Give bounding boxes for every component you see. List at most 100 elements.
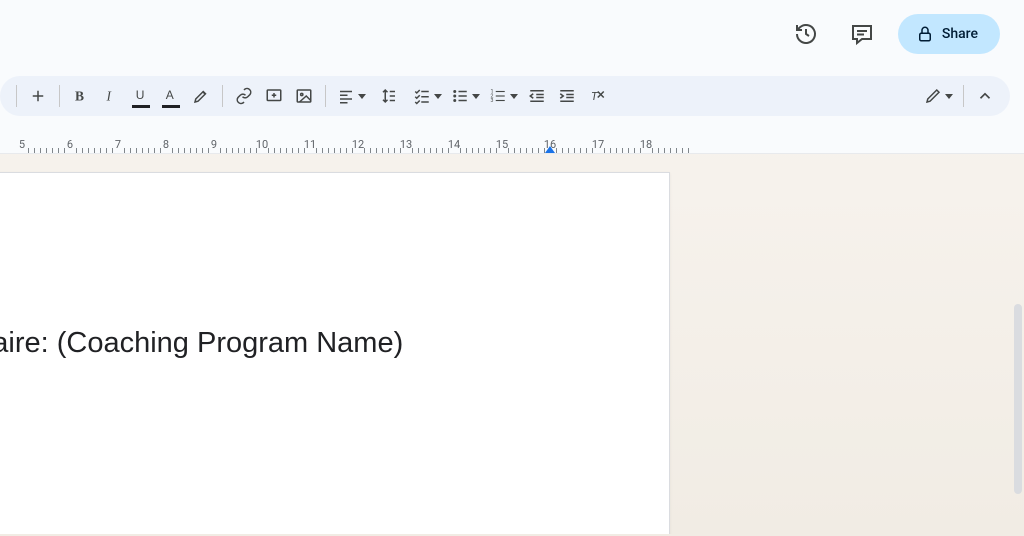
highlight-button[interactable] <box>187 82 215 110</box>
ruler-tick <box>460 148 461 153</box>
ruler-tick <box>154 148 155 153</box>
ruler-tick <box>52 148 53 153</box>
ruler-tick <box>430 148 431 153</box>
ruler-number: 11 <box>304 138 316 151</box>
ruler-tick <box>604 148 605 153</box>
toolbar-divider <box>963 85 964 107</box>
format-toolbar: B I U A <box>0 76 1010 116</box>
bold-button[interactable]: B <box>67 82 95 110</box>
toolbar-divider <box>325 85 326 107</box>
insert-image-button[interactable] <box>290 82 318 110</box>
share-button[interactable]: Share <box>898 14 1000 54</box>
ruler-tick <box>148 148 149 153</box>
ruler-tick <box>664 148 665 153</box>
ruler-tick <box>208 148 209 153</box>
toolbar-container: B I U A <box>0 68 1024 128</box>
ruler-tick <box>340 148 341 153</box>
ruler-tick <box>196 148 197 153</box>
ruler-tick <box>64 148 65 153</box>
ruler-tick <box>364 148 365 153</box>
lock-icon <box>916 25 934 43</box>
ruler-tick <box>424 148 425 153</box>
ruler-tick <box>226 148 227 153</box>
ruler-tick <box>472 148 473 153</box>
underline-button[interactable]: U <box>127 82 155 110</box>
collapse-toolbar-button[interactable] <box>971 82 999 110</box>
ruler-number: 6 <box>67 138 73 151</box>
title-bar-area: Share <box>0 0 1024 68</box>
chevron-down-icon <box>434 94 442 99</box>
ruler-tick <box>670 148 671 153</box>
numbered-list-button[interactable]: 1 2 3 <box>485 82 521 110</box>
horizontal-ruler[interactable]: 56789101112131415161718 <box>0 128 1024 154</box>
clear-formatting-button[interactable]: T <box>583 82 611 110</box>
ruler-tick <box>298 148 299 153</box>
ruler-tick <box>514 148 515 153</box>
ruler-tick <box>628 148 629 153</box>
ruler-tick <box>178 148 179 153</box>
bulleted-list-button[interactable] <box>447 82 483 110</box>
ruler-tick <box>436 148 437 153</box>
ruler-tick <box>484 148 485 153</box>
ruler-tick <box>130 148 131 153</box>
text-color-button[interactable]: A <box>157 82 185 110</box>
ruler-tick <box>418 148 419 153</box>
ruler-tick <box>232 148 233 153</box>
italic-button[interactable]: I <box>97 82 125 110</box>
ruler-tick <box>220 148 221 153</box>
ruler-tick <box>466 148 467 153</box>
insert-plus-button[interactable] <box>24 82 52 110</box>
chevron-down-icon <box>472 94 480 99</box>
indent-decrease-button[interactable] <box>523 82 551 110</box>
ruler-number: 8 <box>163 138 169 151</box>
align-button[interactable] <box>333 82 369 110</box>
ruler-tick <box>610 148 611 153</box>
ruler-tick <box>388 148 389 153</box>
ruler-tick <box>562 148 563 153</box>
ruler-tick <box>124 148 125 153</box>
ruler-tick <box>370 148 371 153</box>
document-heading-text[interactable]: nnaire: (Coaching Program Name) <box>0 327 403 360</box>
svg-text:A: A <box>166 88 174 102</box>
ruler-tick <box>76 148 77 153</box>
ruler-tick <box>538 148 539 153</box>
add-comment-button[interactable] <box>260 82 288 110</box>
ruler-number: 18 <box>640 138 652 151</box>
ruler-tick <box>382 148 383 153</box>
ruler-tick <box>274 148 275 153</box>
ruler-tick <box>172 148 173 153</box>
ruler-tick <box>580 148 581 153</box>
text-color-swatch <box>162 105 180 109</box>
ruler-tick <box>328 148 329 153</box>
ruler-tick <box>250 148 251 153</box>
ruler-tick <box>238 148 239 153</box>
ruler-tick <box>268 148 269 153</box>
vertical-scrollbar[interactable] <box>1014 304 1022 494</box>
indent-increase-button[interactable] <box>553 82 581 110</box>
document-page[interactable]: nnaire: (Coaching Program Name) <box>0 172 670 534</box>
comments-icon[interactable] <box>842 14 882 54</box>
line-spacing-button[interactable] <box>371 82 407 110</box>
toolbar-divider <box>59 85 60 107</box>
ruler-tick <box>40 148 41 153</box>
indent-marker-icon[interactable] <box>545 146 555 153</box>
ruler-tick <box>82 148 83 153</box>
ruler-tick <box>190 148 191 153</box>
link-button[interactable] <box>230 82 258 110</box>
share-label: Share <box>942 26 978 42</box>
ruler-tick <box>622 148 623 153</box>
ruler-tick <box>412 148 413 153</box>
ruler-tick <box>106 148 107 153</box>
ruler-tick <box>676 148 677 153</box>
ruler-tick <box>442 148 443 153</box>
svg-text:I: I <box>106 89 113 104</box>
ruler-tick <box>136 148 137 153</box>
ruler-number: 15 <box>496 138 508 151</box>
ruler-tick <box>682 148 683 153</box>
ruler-tick <box>634 148 635 153</box>
checklist-button[interactable] <box>409 82 445 110</box>
editing-mode-button[interactable] <box>920 82 956 110</box>
history-icon[interactable] <box>786 14 826 54</box>
ruler-number: 13 <box>400 138 412 151</box>
ruler-tick <box>316 148 317 153</box>
